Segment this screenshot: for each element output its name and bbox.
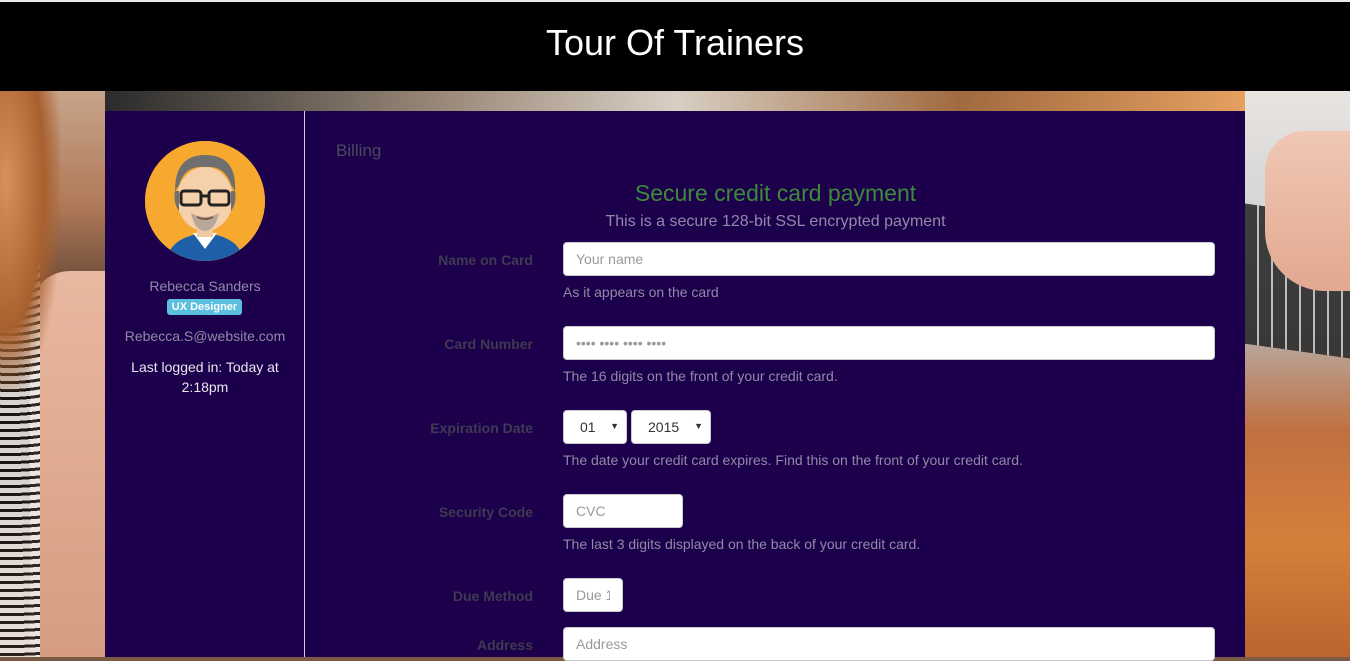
user-avatar: [145, 141, 265, 261]
user-name: Rebecca Sanders: [149, 278, 261, 294]
address-label: Address: [476, 637, 533, 653]
expiration-label: Expiration Date: [430, 420, 533, 436]
form-title: Secure credit card payment: [634, 180, 917, 206]
billing-panel: Rebecca Sanders UX Designer Rebecca.S@we…: [105, 111, 1245, 661]
chevron-down-icon: ▼: [694, 421, 703, 431]
last-login-text: Last logged in: Today at 2:18pm: [131, 359, 279, 395]
form-subtitle: This is a secure 128-bit SSL encrypted p…: [605, 213, 946, 230]
expiration-year-value: 2015: [648, 419, 680, 435]
expiration-year-select[interactable]: 2015 ▼: [631, 410, 711, 444]
name-on-card-label: Name on Card: [438, 252, 533, 268]
expiration-month-value: 01: [580, 419, 596, 435]
security-code-label: Security Code: [438, 504, 533, 520]
user-email[interactable]: Rebecca.S@website.com: [105, 328, 305, 344]
role-badge: UX Designer: [167, 299, 242, 315]
name-on-card-input[interactable]: [563, 242, 1215, 276]
profile-sidebar: Rebecca Sanders UX Designer Rebecca.S@we…: [105, 111, 305, 657]
security-code-help: The last 3 digits displayed on the back …: [563, 536, 921, 552]
app-title: Tour Of Trainers: [545, 21, 805, 63]
card-number-input[interactable]: [563, 326, 1215, 360]
name-on-card-help: As it appears on the card: [563, 284, 719, 300]
due-method-input[interactable]: [563, 578, 623, 612]
address-input[interactable]: [563, 627, 1215, 661]
security-code-input[interactable]: [563, 494, 683, 528]
card-number-help: The 16 digits on the front of your credi…: [563, 368, 838, 384]
section-title: Billing: [336, 141, 382, 160]
billing-form: Billing Secure credit card payment This …: [306, 111, 1245, 661]
due-method-label: Due Method: [452, 588, 533, 604]
app-header: Tour Of Trainers: [0, 0, 1350, 91]
chevron-down-icon: ▼: [610, 421, 619, 431]
expiration-help: The date your credit card expires. Find …: [563, 452, 1023, 468]
expiration-month-select[interactable]: 01 ▼: [563, 410, 627, 444]
card-number-label: Card Number: [444, 336, 533, 352]
